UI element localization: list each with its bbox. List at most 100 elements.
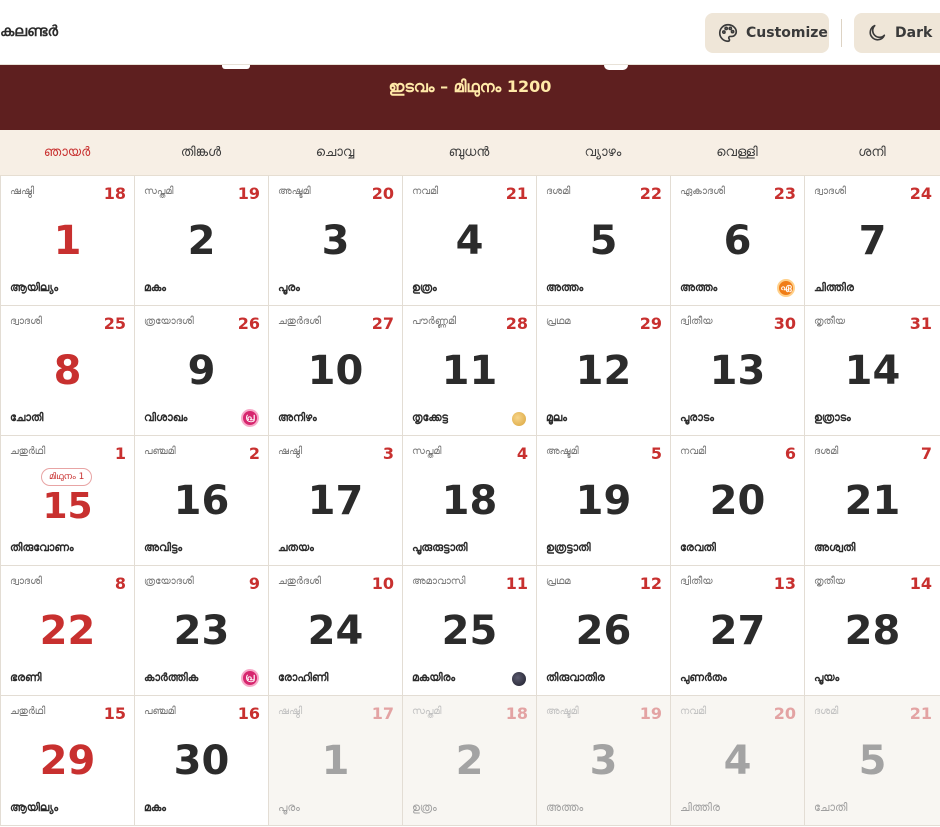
malayalam-date: 26 bbox=[237, 314, 260, 333]
month-banner: ഇടവം – മിഥുനം 1200 bbox=[0, 65, 940, 130]
day-cell[interactable]: തൃതീയ 31 14 ഉത്രാടം bbox=[805, 306, 940, 436]
day-cell[interactable]: ദ്വാദശി 8 22 ഭരണി bbox=[1, 566, 135, 696]
nakshatra-label: ഉത്രം bbox=[412, 801, 437, 814]
tithi-label: ദശമി bbox=[814, 446, 839, 457]
malayalam-date: 31 bbox=[909, 314, 932, 333]
gregorian-date: 3 bbox=[589, 738, 618, 784]
tithi-label: ത്രയോദശി bbox=[144, 316, 194, 327]
tithi-label: സപ്തമി bbox=[144, 186, 174, 197]
day-cell[interactable]: പഞ്ചമി 2 16 അവിട്ടം bbox=[135, 436, 269, 566]
gregorian-date: 24 bbox=[307, 608, 364, 654]
tithi-label: ചതുർഥി bbox=[10, 446, 46, 457]
malayalam-date: 15 bbox=[103, 704, 126, 723]
tithi-label: ദശമി bbox=[814, 706, 839, 717]
day-cell[interactable]: സപ്തമി 18 2 ഉത്രം bbox=[403, 696, 537, 826]
malayalam-date: 25 bbox=[103, 314, 126, 333]
day-cell[interactable]: നവമി 6 20 രേവതി bbox=[671, 436, 805, 566]
customize-button[interactable]: Customize bbox=[705, 13, 829, 53]
day-cell[interactable]: പ്രഥമ 12 26 തിരുവാതിര bbox=[537, 566, 671, 696]
gregorian-date: 6 bbox=[723, 218, 752, 264]
malayalam-date: 2 bbox=[248, 444, 260, 463]
day-cell[interactable]: ഏകാദശി 23 6 അത്തം ഏ bbox=[671, 176, 805, 306]
tithi-label: സപ്തമി bbox=[412, 706, 442, 717]
day-cell[interactable]: ദശമി 7 21 അശ്വതി bbox=[805, 436, 940, 566]
tithi-label: പ്രഥമ bbox=[546, 316, 571, 327]
nakshatra-label: കാർത്തിക bbox=[144, 671, 199, 684]
gregorian-date: 28 bbox=[844, 608, 901, 654]
malayalam-date: 20 bbox=[773, 704, 796, 723]
tithi-label: ദ്വാദശി bbox=[10, 316, 42, 327]
day-cell[interactable]: തൃതീയ 14 28 പൂയം bbox=[805, 566, 940, 696]
day-cell[interactable]: ദ്വിതീയ 30 13 പൂരാടം bbox=[671, 306, 805, 436]
day-cell[interactable]: ദ്വാദശി 25 8 ചോതി bbox=[1, 306, 135, 436]
nakshatra-label: മകയിരം bbox=[412, 671, 456, 684]
gregorian-date: 2 bbox=[455, 738, 484, 784]
malayalam-date: 12 bbox=[639, 574, 662, 593]
nakshatra-label: ആയില്യം bbox=[10, 801, 59, 814]
day-cell[interactable]: ത്രയോദശി 26 9 വിശാഖം പ്ര bbox=[135, 306, 269, 436]
gregorian-date: 20 bbox=[709, 478, 766, 524]
day-cell[interactable]: നവമി 20 4 ചിത്തിര bbox=[671, 696, 805, 826]
day-cell[interactable]: ചതുർദശി 10 24 രോഹിണി bbox=[269, 566, 403, 696]
day-cell[interactable]: ഷഷ്ഠി 17 1 പൂരം bbox=[269, 696, 403, 826]
malayalam-date: 3 bbox=[382, 444, 394, 463]
gregorian-date: 2 bbox=[187, 218, 216, 264]
tithi-label: ചതുർഥി bbox=[10, 706, 46, 717]
day-cell[interactable]: ഷഷ്ഠി 18 1 ആയില്യം bbox=[1, 176, 135, 306]
nakshatra-label: ചോതി bbox=[814, 801, 848, 814]
day-cell[interactable]: ദശമി 22 5 അത്തം bbox=[537, 176, 671, 306]
day-cell[interactable]: പഞ്ചമി 16 30 മകം bbox=[135, 696, 269, 826]
pradosham-icon[interactable]: പ്ര bbox=[241, 669, 259, 687]
toolbar-divider bbox=[841, 19, 842, 47]
weekday-label: ചൊവ്വ bbox=[315, 145, 355, 160]
ekadashi-icon[interactable]: ഏ bbox=[777, 279, 795, 297]
gregorian-date: 14 bbox=[844, 348, 901, 394]
nakshatra-label: തിരുവാതിര bbox=[546, 671, 605, 684]
day-cell[interactable]: ചതുർദശി 27 10 അനിഴം bbox=[269, 306, 403, 436]
top-bar: കലണ്ടർ Customize Dark bbox=[0, 0, 940, 65]
nakshatra-label: പൂരം bbox=[278, 281, 300, 294]
nakshatra-label: തിരുവോണം bbox=[10, 541, 74, 554]
day-cell[interactable]: അഷ്ടമി 20 3 പൂരം bbox=[269, 176, 403, 306]
day-cell[interactable]: ചതുർഥി 15 29 ആയില്യം bbox=[1, 696, 135, 826]
gregorian-date: 30 bbox=[173, 738, 230, 784]
day-cell[interactable]: പൗർണ്ണമി 28 11 തൃക്കേട്ട bbox=[403, 306, 537, 436]
day-cell[interactable]: ത്രയോദശി 9 23 കാർത്തിക പ്ര bbox=[135, 566, 269, 696]
dark-mode-button[interactable]: Dark bbox=[854, 13, 940, 53]
malayalam-date: 10 bbox=[371, 574, 394, 593]
full-moon-icon bbox=[512, 412, 526, 426]
day-cell[interactable]: അഷ്ടമി 5 19 ഉത്രട്ടാതി bbox=[537, 436, 671, 566]
gregorian-date: 25 bbox=[441, 608, 498, 654]
day-cell[interactable]: ഷഷ്ഠി 3 17 ചതയം bbox=[269, 436, 403, 566]
gregorian-date: 9 bbox=[187, 348, 216, 394]
day-cell[interactable]: സപ്തമി 19 2 മകം bbox=[135, 176, 269, 306]
malayalam-date: 28 bbox=[505, 314, 528, 333]
nakshatra-label: രോഹിണി bbox=[278, 671, 329, 684]
gregorian-date: 23 bbox=[173, 608, 230, 654]
day-cell[interactable]: സപ്തമി 4 18 പൂരുരുട്ടാതി bbox=[403, 436, 537, 566]
nakshatra-label: ചതയം bbox=[278, 541, 314, 554]
tithi-label: ചതുർദശി bbox=[278, 316, 321, 327]
day-cell[interactable]: പ്രഥമ 29 12 മൂലം bbox=[537, 306, 671, 436]
weekday-label: വെള്ളി bbox=[716, 145, 758, 160]
weekday-label: ഞായർ bbox=[43, 145, 91, 160]
day-cell[interactable]: ദശമി 21 5 ചോതി bbox=[805, 696, 940, 826]
day-cell[interactable]: അമാവാസി 11 25 മകയിരം bbox=[403, 566, 537, 696]
tithi-label: അഷ്ടമി bbox=[546, 706, 579, 717]
nakshatra-label: അത്തം bbox=[680, 281, 718, 294]
nakshatra-label: പൂരാടം bbox=[680, 411, 714, 424]
day-cell[interactable]: അഷ്ടമി 19 3 അത്തം bbox=[537, 696, 671, 826]
day-cell[interactable]: ദ്വിതീയ 13 27 പുണർതം bbox=[671, 566, 805, 696]
tithi-label: ദ്വാദശി bbox=[814, 186, 846, 197]
day-cell[interactable]: നവമി 21 4 ഉത്രം bbox=[403, 176, 537, 306]
nakshatra-label: ചോതി bbox=[10, 411, 44, 424]
pradosham-icon[interactable]: പ്ര bbox=[241, 409, 259, 427]
month-start-badge: മിഥുനം 1 bbox=[41, 468, 93, 486]
tithi-label: ദശമി bbox=[546, 186, 571, 197]
gregorian-date: 12 bbox=[575, 348, 632, 394]
day-cell[interactable]: ദ്വാദശി 24 7 ചിത്തിര bbox=[805, 176, 940, 306]
nakshatra-label: പുണർതം bbox=[680, 671, 727, 684]
malayalam-date: 22 bbox=[639, 184, 662, 203]
day-cell[interactable]: ചതുർഥി 1 മിഥുനം 1 15 തിരുവോണം bbox=[1, 436, 135, 566]
malayalam-date: 21 bbox=[909, 704, 932, 723]
